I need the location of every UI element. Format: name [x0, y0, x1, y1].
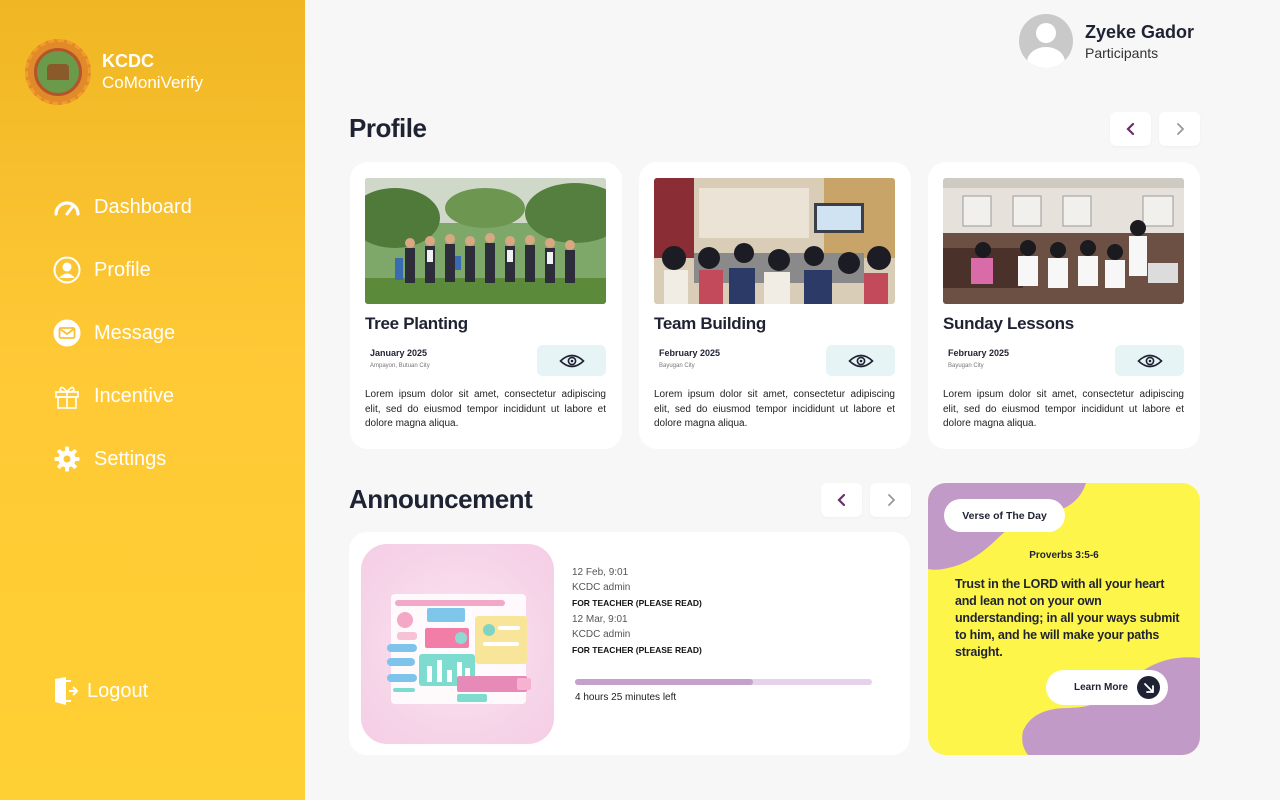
time-left-label: 4 hours 25 minutes left	[575, 692, 677, 703]
view-button[interactable]	[1115, 345, 1184, 376]
brand-name: KCDC	[102, 51, 154, 71]
sidebar-item-label: Message	[94, 321, 176, 344]
sidebar-nav: Dashboard Profile Message Incentive Sett…	[53, 190, 192, 505]
learn-more-label: Learn More	[1074, 682, 1128, 693]
gauge-icon	[53, 193, 81, 221]
user-name: Zyeke Gador	[1085, 22, 1195, 42]
card-description: Lorem ipsum dolor sit amet, consectetur …	[654, 389, 895, 429]
logout-door-icon	[53, 676, 79, 706]
announcement-next-button[interactable]	[870, 483, 911, 517]
learn-more-button[interactable]: Learn More	[1046, 670, 1168, 705]
gift-icon	[53, 382, 81, 410]
sidebar: KCDC CoMoniVerify Dashboard Profile Mess…	[0, 0, 305, 800]
announcement-time: 12 Mar, 9:01	[572, 614, 628, 625]
announcement-subject: FOR TEACHER (PLEASE READ)	[572, 645, 702, 655]
card-title: Tree Planting	[365, 314, 468, 333]
sidebar-item-profile[interactable]: Profile	[53, 253, 192, 287]
user-icon	[53, 256, 81, 284]
sidebar-item-label: Settings	[94, 447, 167, 470]
team-building-photo	[654, 178, 895, 304]
announcement-subject: FOR TEACHER (PLEASE READ)	[572, 598, 702, 608]
profile-heading: Profile	[349, 113, 427, 143]
eye-icon	[847, 354, 874, 367]
card-location: Bayugan City	[659, 363, 695, 369]
sidebar-item-settings[interactable]: Settings	[53, 442, 192, 476]
announcement-heading: Announcement	[349, 484, 533, 514]
card-date: February 2025	[948, 348, 1010, 358]
profile-card[interactable]: Sunday Lessons February 2025 Bayugan Cit…	[928, 162, 1200, 449]
announcement-item[interactable]: 12 Feb, 9:01 KCDC admin FOR TEACHER (PLE…	[572, 566, 702, 610]
profile-card[interactable]: Tree Planting January 2025 Ampayon, Butu…	[350, 162, 622, 449]
brand: KCDC CoMoniVerify	[25, 39, 203, 105]
card-location: Bayugan City	[948, 363, 984, 369]
sidebar-item-label: Incentive	[94, 384, 175, 407]
chevron-left-icon	[836, 493, 845, 507]
tree-planting-photo	[365, 178, 606, 304]
view-button[interactable]	[537, 345, 606, 376]
profile-next-button[interactable]	[1159, 112, 1200, 146]
announcement-prev-button[interactable]	[821, 483, 862, 517]
verse-tag: Verse of The Day	[944, 499, 1065, 532]
chevron-left-icon	[1125, 122, 1134, 136]
user-profile-header[interactable]: Zyeke Gador Participants	[1019, 14, 1194, 68]
announcement-card[interactable]: 12 Feb, 9:01 KCDC admin FOR TEACHER (PLE…	[349, 532, 910, 755]
profile-card[interactable]: Team Building February 2025 Bayugan City…	[639, 162, 911, 449]
card-title: Team Building	[654, 314, 766, 333]
verse-of-the-day-card: Verse of The Day Proverbs 3:5-6 Trust in…	[928, 483, 1200, 755]
gear-icon	[53, 445, 81, 473]
card-description: Lorem ipsum dolor sit amet, consectetur …	[943, 389, 1184, 429]
arrow-down-right-icon	[1137, 676, 1160, 699]
logout-button[interactable]: Logout	[53, 676, 148, 706]
sidebar-item-label: Dashboard	[94, 195, 192, 218]
announcement-time: 12 Feb, 9:01	[572, 567, 629, 578]
user-role: Participants	[1085, 45, 1159, 61]
view-button[interactable]	[826, 345, 895, 376]
eye-icon	[1136, 354, 1163, 367]
sidebar-item-message[interactable]: Message	[53, 316, 192, 350]
card-title: Sunday Lessons	[943, 314, 1074, 333]
verse-text: Trust in the LORD with all your heart an…	[955, 577, 1180, 659]
progress-fill	[575, 679, 754, 685]
card-date: January 2025	[370, 348, 428, 358]
announcement-item[interactable]: 12 Mar, 9:01 KCDC admin FOR TEACHER (PLE…	[572, 613, 702, 657]
announcement-author: KCDC admin	[572, 629, 631, 640]
chevron-right-icon	[887, 494, 895, 506]
avatar	[1019, 14, 1073, 68]
card-description: Lorem ipsum dolor sit amet, consectetur …	[365, 389, 606, 429]
sidebar-item-dashboard[interactable]: Dashboard	[53, 190, 192, 224]
profile-prev-button[interactable]	[1110, 112, 1151, 146]
sidebar-item-label: Profile	[94, 258, 151, 281]
brand-subtitle: CoMoniVerify	[102, 73, 204, 92]
dashboard-illustration	[361, 544, 554, 744]
card-location: Ampayon, Butuan City	[370, 363, 430, 369]
time-progress-bar	[575, 679, 872, 685]
card-date: February 2025	[659, 348, 721, 358]
chevron-right-icon	[1176, 123, 1184, 135]
kcdc-logo	[25, 39, 91, 105]
envelope-icon	[53, 319, 81, 347]
sunday-lessons-photo	[943, 178, 1184, 304]
logout-label: Logout	[87, 679, 149, 702]
sidebar-item-incentive[interactable]: Incentive	[53, 379, 192, 413]
eye-icon	[558, 354, 585, 367]
announcement-author: KCDC admin	[572, 582, 631, 593]
verse-reference: Proverbs 3:5-6	[1029, 550, 1099, 561]
